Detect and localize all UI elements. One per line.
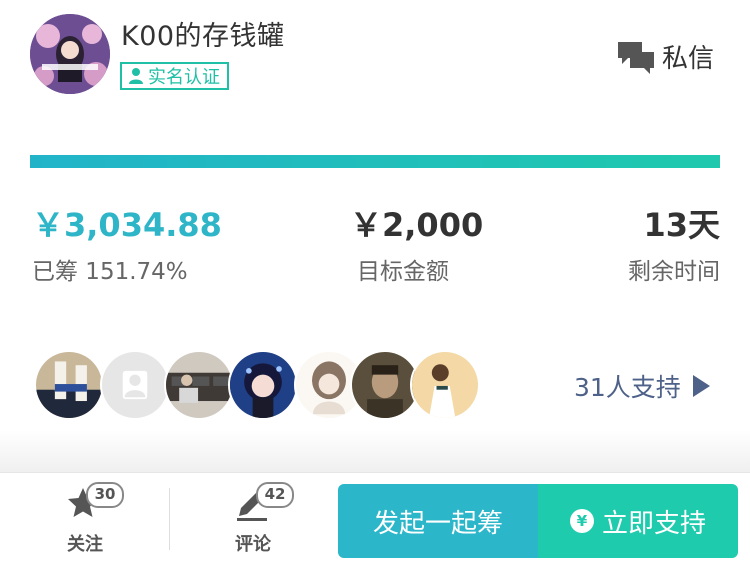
supporters-count-label: 31人支持 (574, 373, 681, 402)
funding-progress-bar (30, 155, 720, 168)
supporter-avatar[interactable] (34, 350, 104, 420)
support-now-label: 立即支持 (601, 508, 706, 539)
default-avatar[interactable] (100, 350, 170, 420)
play-arrow-icon (692, 375, 710, 397)
supporters-link[interactable]: 31人支持 (574, 368, 710, 404)
support-now-button[interactable]: ¥ 立即支持 (538, 484, 738, 558)
person-icon (129, 68, 143, 84)
target-amount: ￥2,000 (350, 206, 484, 244)
follow-button[interactable]: 30 关注 (60, 482, 124, 556)
raised-amount: ￥3,034.88 (32, 206, 222, 244)
comment-button[interactable]: 42 评论 (228, 482, 294, 556)
comment-count-badge: 42 (256, 482, 294, 508)
raised-percent-label: 已筹 151.74% (32, 259, 188, 285)
target-label: 目标金额 (357, 259, 449, 285)
comment-label: 评论 (235, 534, 271, 555)
supporter-avatar[interactable] (410, 350, 480, 420)
private-message-label: 私信 (662, 44, 715, 74)
username: K00的存钱罐 (121, 21, 285, 52)
days-remaining: 13天 (643, 206, 720, 244)
days-remaining-label: 剩余时间 (628, 259, 720, 285)
start-fundraise-button[interactable]: 发起一起筹 (338, 484, 538, 558)
toolbar-divider (169, 488, 170, 550)
verified-badge: 实名认证 (120, 62, 229, 90)
supporter-avatar[interactable] (164, 350, 234, 420)
follow-label: 关注 (67, 534, 103, 555)
supporter-avatar[interactable] (228, 350, 298, 420)
yen-coin-icon: ¥ (569, 509, 594, 533)
profile-avatar[interactable] (30, 14, 110, 94)
chat-bubbles-icon (618, 41, 654, 74)
progress-fill (30, 155, 720, 168)
verified-label: 实名认证 (148, 67, 220, 88)
bottom-shadow (0, 430, 750, 472)
follow-count-badge: 30 (86, 482, 124, 508)
private-message-button[interactable]: 私信 (616, 38, 714, 75)
